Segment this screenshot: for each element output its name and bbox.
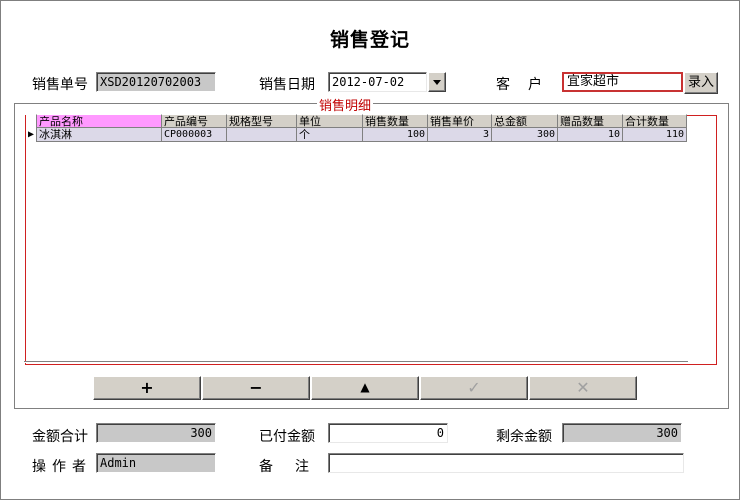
- sale-date-field[interactable]: 2012-07-02: [328, 72, 427, 92]
- cell-total-amount[interactable]: 300: [492, 128, 558, 142]
- cell-unit[interactable]: 个: [297, 128, 363, 142]
- order-no-label: 销售单号: [32, 77, 88, 93]
- cell-gift-qty[interactable]: 10: [558, 128, 623, 142]
- order-no-field[interactable]: XSD20120702003: [96, 72, 216, 92]
- move-up-button[interactable]: ▲: [311, 376, 419, 400]
- cancel-button[interactable]: ✕: [529, 376, 637, 400]
- paid-amount-field[interactable]: 0: [328, 423, 448, 443]
- remark-label: 备 注: [259, 459, 313, 475]
- remark-field[interactable]: [328, 453, 684, 473]
- operator-field[interactable]: Admin: [96, 453, 216, 473]
- remaining-amount-field[interactable]: 300: [562, 423, 682, 443]
- operator-label: 操作者: [32, 459, 92, 475]
- cell-product-name[interactable]: 冰淇淋: [37, 128, 162, 142]
- sale-date-label: 销售日期: [259, 77, 315, 93]
- column-header-gift-qty[interactable]: 赠品数量: [558, 114, 623, 128]
- remaining-amount-label: 剩余金额: [496, 429, 552, 445]
- column-header-spec[interactable]: 规格型号: [227, 114, 297, 128]
- detail-group-title: 销售明细: [317, 95, 374, 114]
- paid-amount-label: 已付金额: [259, 429, 315, 445]
- column-header-product-name[interactable]: 产品名称: [37, 114, 162, 128]
- delete-row-button[interactable]: −: [202, 376, 310, 400]
- column-header-total-qty[interactable]: 合计数量: [623, 114, 687, 128]
- column-header-unit[interactable]: 单位: [297, 114, 363, 128]
- cell-product-code[interactable]: CP000003: [162, 128, 227, 142]
- chevron-down-icon: [433, 80, 441, 85]
- confirm-button[interactable]: ✓: [420, 376, 528, 400]
- cell-sale-qty[interactable]: 100: [363, 128, 428, 142]
- table-row[interactable]: ▶ 冰淇淋 CP000003 个 100 3 300 10 110: [26, 128, 687, 142]
- enter-button[interactable]: 录入: [684, 72, 718, 94]
- current-row-indicator-icon: ▶: [26, 128, 37, 142]
- add-row-button[interactable]: +: [93, 376, 201, 400]
- detail-grid-border: [25, 115, 717, 365]
- row-indicator-header: [26, 114, 37, 128]
- grid-bottom-divider: [24, 361, 688, 363]
- date-dropdown-button[interactable]: [428, 72, 446, 92]
- page-title: 销售登记: [329, 29, 410, 51]
- customer-field[interactable]: 宜家超市: [562, 72, 683, 92]
- cell-total-qty[interactable]: 110: [623, 128, 687, 142]
- grid-header-row: 产品名称 产品编号 规格型号 单位 销售数量 销售单价 总金额 赠品数量 合计数…: [26, 114, 687, 128]
- cell-unit-price[interactable]: 3: [428, 128, 492, 142]
- column-header-unit-price[interactable]: 销售单价: [428, 114, 492, 128]
- total-amount-field[interactable]: 300: [96, 423, 216, 443]
- customer-label: 客 户: [496, 77, 544, 93]
- cell-spec[interactable]: [227, 128, 297, 142]
- column-header-product-code[interactable]: 产品编号: [162, 114, 227, 128]
- column-header-sale-qty[interactable]: 销售数量: [363, 114, 428, 128]
- column-header-total-amount[interactable]: 总金额: [492, 114, 558, 128]
- total-amount-label: 金额合计: [32, 429, 88, 445]
